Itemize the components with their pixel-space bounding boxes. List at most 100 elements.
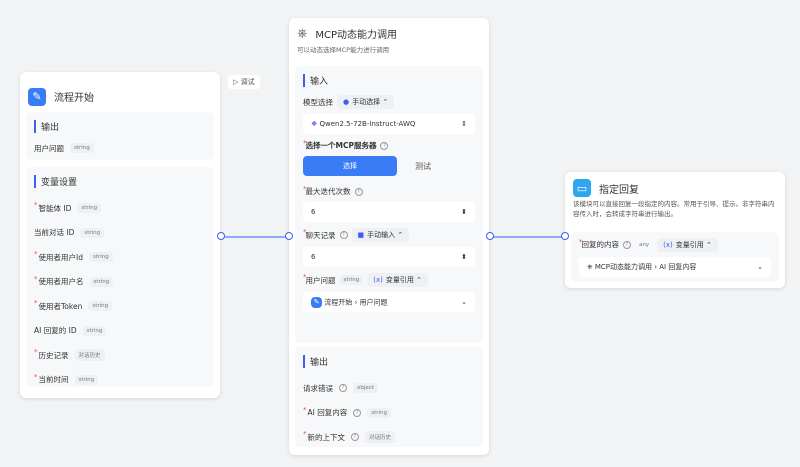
type-tag: string bbox=[88, 301, 113, 312]
section-title: 输入 bbox=[303, 74, 475, 87]
field-label: 聊天记录 bbox=[305, 230, 336, 240]
edit-icon: ✎ bbox=[311, 296, 322, 308]
debug-label: 调试 bbox=[240, 78, 255, 86]
output-section: 输出 用户问题 string bbox=[26, 112, 214, 160]
help-icon: ? bbox=[380, 141, 389, 150]
type-tag: string bbox=[339, 275, 364, 285]
field-name: 使用者Token bbox=[38, 301, 83, 311]
stepper-icon[interactable]: ⬍ bbox=[461, 253, 467, 261]
required-mark: * bbox=[34, 250, 38, 259]
type-tag: 对话历史 bbox=[74, 349, 105, 362]
node-desc: 该模块可以直接回复一段指定的内容。常用于引导、提示。非字符串内容传入时，会转成字… bbox=[573, 200, 775, 218]
variable-row: * 当前时间 string bbox=[34, 368, 206, 393]
content-ref-select[interactable]: ⎈ MCP动态能力调用 › AI 回复内容 ⌄ bbox=[579, 256, 771, 277]
variable-row: * 使用者用户Id string bbox=[34, 245, 206, 270]
field-name: 请求错误 bbox=[303, 383, 333, 393]
section-title: 输出 bbox=[303, 355, 475, 368]
field-label: 模型选择 bbox=[303, 97, 333, 107]
ref-node: MCP动态能力调用 bbox=[594, 262, 652, 271]
input-value: 6 bbox=[311, 208, 316, 216]
node-title: 指定回复 bbox=[599, 184, 639, 196]
required-mark: * bbox=[34, 299, 38, 308]
field-name: 使用者用户名 bbox=[38, 277, 84, 287]
mcp-icon: ⎈ bbox=[587, 262, 593, 271]
select-value: 变量引用 bbox=[385, 276, 414, 284]
node-desc: 可以动态选择MCP能力进行调用 bbox=[297, 46, 390, 54]
section-title: 输出 bbox=[34, 120, 206, 133]
select-value: 手动输入 bbox=[367, 231, 396, 239]
model-select[interactable]: ❖ Qwen2.5-72B-Instruct-AWQ ⇕ bbox=[303, 114, 475, 134]
type-tag: 对话历史 bbox=[365, 431, 396, 444]
type-tag: object bbox=[353, 383, 378, 394]
edge-mcp-reply bbox=[493, 236, 563, 238]
question-mode-select[interactable]: (x) 变量引用 ⌃ bbox=[367, 273, 428, 287]
type-tag: string bbox=[88, 252, 113, 263]
field-name: 使用者用户Id bbox=[38, 252, 83, 262]
node-flow-start[interactable]: ✎ 流程开始 输出 用户问题 string 变量设置 * 智能体 ID string 当… bbox=[20, 72, 220, 398]
question-ref-select[interactable]: ✎ 流程开始 › 用户问题 ⌄ bbox=[303, 292, 475, 312]
help-icon: ? bbox=[354, 187, 363, 196]
model-icon: ❖ bbox=[311, 120, 318, 128]
type-tag: string bbox=[367, 407, 392, 418]
type-tag: string bbox=[74, 374, 99, 385]
stepper-icon[interactable]: ⬍ bbox=[461, 208, 467, 216]
type-tag: string bbox=[70, 143, 94, 153]
select-server-button[interactable]: 选择 bbox=[303, 156, 397, 176]
type-tag: string bbox=[77, 203, 102, 214]
output-handle[interactable] bbox=[217, 232, 225, 240]
reply-icon: ▭ bbox=[573, 179, 591, 197]
edit-icon: ✎ bbox=[28, 87, 46, 106]
variable-row: * 新的上下文? 对话历史 bbox=[303, 425, 475, 450]
variables-section: 变量设置 * 智能体 ID string 当前对话 ID string * 使用者用户Id s… bbox=[26, 167, 214, 387]
help-icon: ? bbox=[351, 433, 359, 442]
node-reply[interactable]: ▭ 指定回复 该模块可以直接回复一段指定的内容。常用于引导、提示。非字符串内容传… bbox=[565, 172, 785, 288]
help-icon: ? bbox=[339, 231, 348, 239]
select-value: 手动选择 bbox=[352, 98, 381, 106]
field-name: 新的上下文 bbox=[307, 432, 346, 442]
ref-field: 用户问题 bbox=[359, 298, 388, 306]
variable-row: * 智能体 ID string bbox=[34, 196, 206, 221]
select-value: 变量引用 bbox=[675, 240, 704, 249]
output-section: 输出 请求错误? object * AI 回复内容? string * 新的上下文? 对话历史 bbox=[295, 347, 483, 447]
output-handle[interactable] bbox=[486, 232, 494, 240]
required-mark: * bbox=[34, 348, 38, 357]
type-tag: string bbox=[89, 276, 114, 287]
node-title: 流程开始 bbox=[54, 93, 94, 104]
iter-input[interactable]: 6 ⬍ bbox=[303, 202, 475, 222]
required-mark: * bbox=[303, 405, 307, 414]
history-input[interactable]: 6 ⬍ bbox=[303, 247, 475, 267]
test-link[interactable]: 测试 bbox=[415, 161, 431, 172]
field-label: 最大迭代次数 bbox=[305, 187, 351, 196]
type-tag: any bbox=[639, 241, 650, 248]
input-value: 6 bbox=[311, 253, 316, 261]
content-section: * 回复的内容? any (x) 变量引用 ⌃ ⎈ MCP动态能力调用 › AI 回复内… bbox=[571, 231, 779, 282]
input-section: 输入 模型选择 ● 手动选择 ⌃ ❖ Qwen2.5-72B-Instruct-AW… bbox=[295, 66, 483, 343]
required-mark: * bbox=[34, 274, 38, 283]
field-name: 当前对话 ID bbox=[34, 228, 75, 238]
input-handle[interactable] bbox=[285, 232, 293, 240]
field-name: AI 回复内容 bbox=[307, 408, 348, 418]
node-mcp[interactable]: ⎈ MCP动态能力调用 可以动态选择MCP能力进行调用 输入 模型选择 ● 手动选择… bbox=[289, 18, 489, 455]
debug-button[interactable]: ▷ 调试 bbox=[228, 75, 260, 89]
variable-row: 当前对话 ID string bbox=[34, 221, 206, 246]
input-handle[interactable] bbox=[561, 232, 569, 240]
help-icon: ? bbox=[339, 384, 347, 393]
model-mode-select[interactable]: ● 手动选择 ⌃ bbox=[337, 95, 395, 109]
ref-node: 流程开始 bbox=[324, 298, 353, 306]
field-name: 智能体 ID bbox=[38, 203, 72, 213]
variable-row: AI 回复的 ID string bbox=[34, 319, 206, 344]
variable-row: * 历史记录 对话历史 bbox=[34, 343, 206, 368]
section-title: 变量设置 bbox=[34, 175, 206, 188]
type-tag: string bbox=[80, 227, 105, 238]
field-label: 回复的内容 bbox=[581, 240, 620, 249]
content-mode-select[interactable]: (x) 变量引用 ⌃ bbox=[657, 237, 718, 252]
help-icon: ? bbox=[353, 408, 362, 417]
node-title: MCP动态能力调用 bbox=[315, 30, 398, 41]
required-mark: * bbox=[34, 372, 38, 381]
type-tag: string bbox=[82, 325, 107, 336]
history-mode-select[interactable]: ■ 手动输入 ⌃ bbox=[351, 228, 410, 242]
field-label: 用户问题 bbox=[305, 275, 336, 285]
ref-field: AI 回复内容 bbox=[659, 262, 697, 271]
field-label: 选择一个MCP服务器 bbox=[305, 141, 377, 150]
required-mark: * bbox=[34, 201, 38, 210]
